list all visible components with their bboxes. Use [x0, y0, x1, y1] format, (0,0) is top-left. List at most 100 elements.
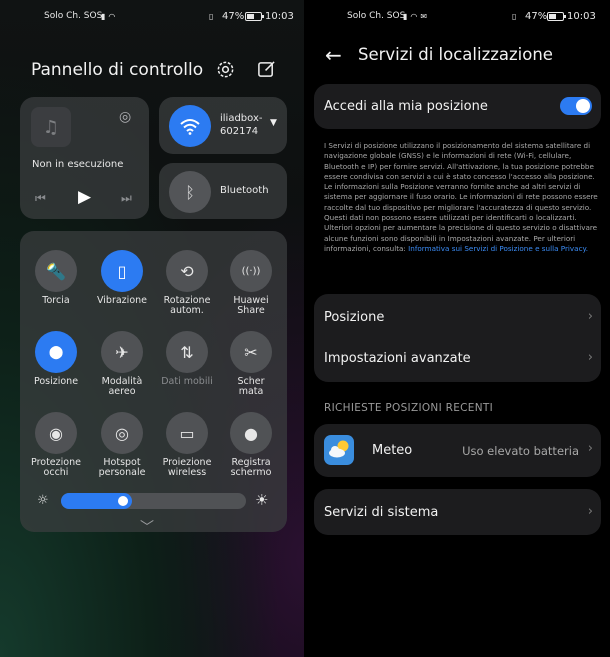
toggle-tile[interactable]: ⇅ Dati mobili [157, 331, 217, 387]
play-icon[interactable]: ▶ [78, 187, 91, 207]
toggle-tile[interactable]: ◉ Protezione occhi [26, 412, 86, 478]
control-center-panel: Solo Ch. SOS ▮ ◠ ▯ 47% 10:03 Pannello di… [0, 0, 304, 657]
hotspot-icon[interactable]: ◎ [101, 412, 143, 454]
tile-label: Modalità aereo [101, 376, 143, 397]
chevron-down-icon[interactable]: ▼ [270, 118, 277, 128]
position-row[interactable]: Posizione › [314, 294, 601, 338]
bluetooth-label: Bluetooth [220, 185, 269, 196]
mobile-data-icon[interactable]: ⇅ [166, 331, 208, 373]
page-title: Pannello di controllo [31, 60, 204, 80]
flashlight-icon[interactable]: 🔦 [35, 250, 77, 292]
chevron-right-icon: › [587, 309, 593, 324]
chevron-right-icon: › [587, 504, 593, 519]
brightness-knob[interactable] [118, 496, 128, 506]
battery-percent: 47% [222, 11, 245, 22]
expand-handle-icon[interactable]: ﹀ [140, 517, 154, 537]
share-icon[interactable]: ((·)) [230, 250, 272, 292]
eye-icon[interactable]: ◉ [35, 412, 77, 454]
toggle-tile[interactable]: ✂ Scher mata [221, 331, 281, 397]
wifi-icon[interactable] [169, 105, 211, 147]
back-arrow-icon[interactable]: ← [325, 43, 342, 67]
tile-label: Protezione occhi [31, 457, 81, 478]
tile-label: Scher mata [237, 376, 265, 397]
mail-icon: ✉ [420, 12, 428, 21]
toggle-tile[interactable]: ✈ Modalità aereo [92, 331, 152, 397]
battery-usage-label: Uso elevato batteria [462, 444, 579, 458]
toggle-tile[interactable]: ▭ Proiezione wireless [157, 412, 217, 478]
previous-icon[interactable]: ⏮ [35, 191, 46, 206]
clock: 10:03 [567, 11, 596, 22]
recent-requests-header: RICHIESTE POSIZIONI RECENTI [324, 402, 493, 414]
vibration-icon[interactable]: ▯ [101, 250, 143, 292]
toggle-tile[interactable]: ⬤ Posizione [26, 331, 86, 387]
tile-label: Registra schermo [230, 457, 272, 478]
description-text: I Servizi di posizione utilizzano il pos… [324, 141, 598, 253]
page-title: Servizi di localizzazione [358, 45, 553, 64]
brightness-high-icon: ☀ [255, 491, 269, 509]
tile-label: Hotspot personale [98, 457, 146, 478]
tile-label: Torcia [42, 295, 70, 306]
battery-icon [547, 12, 566, 21]
wifi-card[interactable]: iliadbox- 602174 ▼ [159, 97, 287, 154]
record-icon[interactable]: ● [230, 412, 272, 454]
brightness-slider[interactable] [61, 493, 246, 509]
music-note-icon: ♫ [31, 107, 71, 147]
projection-icon[interactable]: ▭ [166, 412, 208, 454]
airplane-icon[interactable]: ✈ [101, 331, 143, 373]
toggle-tile[interactable]: ● Registra schermo [221, 412, 281, 478]
edit-icon[interactable] [257, 60, 276, 83]
toggle-tile[interactable]: ▯ Vibrazione [92, 250, 152, 306]
settings-gear-icon[interactable] [216, 60, 235, 83]
next-icon[interactable]: ⏭ [121, 191, 132, 206]
system-services-row[interactable]: Servizi di sistema › [314, 489, 601, 535]
tile-label: Posizione [33, 376, 79, 387]
app-name: Meteo [372, 443, 413, 458]
toggle-tile[interactable]: 🔦 Torcia [26, 250, 86, 306]
tile-label: Proiezione wireless [162, 457, 212, 478]
wifi-status-icon: ◠ [410, 12, 418, 21]
toggle-tile[interactable]: ⟲ Rotazione autom. [157, 250, 217, 316]
recent-app-row[interactable]: Meteo Uso elevato batteria › [314, 424, 601, 477]
sim-alert-icon: ▮ [403, 12, 408, 21]
tile-label: Rotazione autom. [163, 295, 211, 316]
location-access-toggle[interactable] [560, 97, 592, 115]
screenshot-icon[interactable]: ✂ [230, 331, 272, 373]
wifi-status-icon: ◠ [108, 12, 116, 21]
tile-label: Dati mobili [161, 376, 213, 387]
location-icon[interactable]: ⬤ [35, 331, 77, 373]
position-label: Posizione [324, 310, 385, 325]
audio-output-icon[interactable]: ◎ [119, 109, 131, 125]
location-access-row[interactable]: Accedi alla mia posizione [314, 84, 601, 129]
status-icons: ▮ ◠ [101, 12, 115, 21]
status-icons: ▮ ◠ ✉ [403, 12, 427, 21]
chevron-right-icon: › [587, 441, 593, 456]
battery-percent: 47% [525, 11, 548, 22]
location-options-card: Posizione › Impostazioni avanzate › [314, 294, 601, 382]
bluetooth-card[interactable]: ᛒ Bluetooth [159, 163, 287, 219]
location-access-label: Accedi alla mia posizione [324, 99, 488, 114]
wifi-network-name: iliadbox- 602174 [220, 113, 263, 137]
weather-app-icon [324, 435, 354, 465]
rotation-icon[interactable]: ⟲ [166, 250, 208, 292]
toggle-tile[interactable]: ((·)) Huawei Share [221, 250, 281, 316]
vibrate-status-icon: ▯ [512, 12, 517, 21]
location-description: I Servizi di posizione utilizzano il pos… [324, 141, 599, 254]
media-card[interactable]: ♫ ◎ Non in esecuzione ⏮ ▶ ⏭ [20, 97, 149, 219]
battery-icon [245, 12, 264, 21]
media-status: Non in esecuzione [32, 159, 124, 170]
chevron-right-icon: › [587, 350, 593, 365]
carrier-label: Solo Ch. SOS [44, 11, 103, 21]
vibrate-status-icon: ▯ [209, 12, 214, 21]
tile-label: Huawei Share [233, 295, 269, 316]
advanced-settings-row[interactable]: Impostazioni avanzate › [314, 338, 601, 382]
sim-alert-icon: ▮ [101, 12, 106, 21]
clock: 10:03 [265, 11, 294, 22]
bluetooth-icon[interactable]: ᛒ [169, 171, 211, 213]
tile-label: Vibrazione [97, 295, 147, 306]
advanced-settings-label: Impostazioni avanzate [324, 351, 471, 366]
system-services-label: Servizi di sistema [324, 505, 439, 520]
privacy-link[interactable]: Informativa sui Servizi di Posizione e s… [408, 244, 588, 253]
location-settings-panel: Solo Ch. SOS ▮ ◠ ✉ ▯ 47% 10:03 ← Servizi… [307, 0, 610, 657]
toggle-tile[interactable]: ◎ Hotspot personale [92, 412, 152, 478]
carrier-label: Solo Ch. SOS [347, 11, 406, 21]
